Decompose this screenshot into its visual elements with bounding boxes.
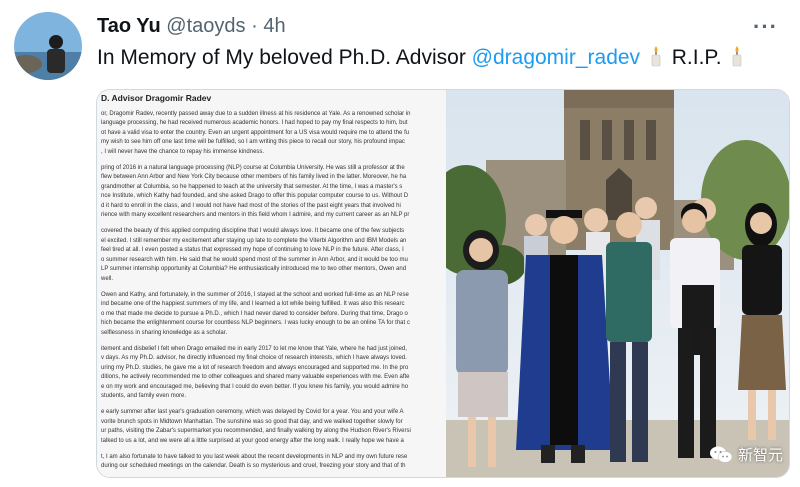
- document-line: hich became the enlightenment course for…: [101, 320, 410, 327]
- document-line: covered the beauty of this applied compu…: [101, 228, 405, 235]
- candle-icon: [651, 46, 661, 67]
- more-options-button[interactable]: ···: [753, 14, 778, 40]
- document-paragraph: itement and disbelief I felt when Drago …: [101, 345, 442, 401]
- document-line: o me that made me decide to pursue a Ph.…: [101, 310, 408, 317]
- mention-link[interactable]: @dragomir_radev: [472, 46, 640, 69]
- tweet-text: In Memory of My beloved Ph.D. Advisor @d…: [97, 45, 747, 70]
- document-paragraph: Owen and Kathy, and fortunately, in the …: [101, 291, 442, 338]
- document-line: selflessness in sharing knowledge as a s…: [101, 329, 228, 336]
- document-line: Owen and Kathy, and fortunately, in the …: [101, 291, 409, 298]
- document-line: grandmother at Columbia, so he happened …: [101, 183, 403, 190]
- document-image[interactable]: D. Advisor Dragomir Radev or, Dragomir R…: [97, 90, 446, 477]
- document-paragraph: t, I am also fortunate to have talked to…: [101, 453, 442, 472]
- document-line: ditions, he actively recommended me to o…: [101, 374, 410, 381]
- author-handle[interactable]: @taoyds: [166, 15, 245, 37]
- document-line: , I will never have the chance to repay …: [101, 148, 265, 155]
- document-paragraph: or, Dragomir Radev, recently passed away…: [101, 110, 442, 157]
- document-line: t, I am also fortunate to have talked to…: [101, 454, 408, 460]
- document-paragraph: e early summer after last year's graduat…: [101, 408, 442, 446]
- document-line: o summer research with him. He said that…: [101, 256, 408, 263]
- document-line: ind became one of the happiest summers o…: [101, 301, 405, 308]
- group-photo[interactable]: 新智元: [446, 90, 789, 477]
- document-line: during our scheduled meetings on the cal…: [101, 463, 406, 470]
- watermark-text: 新智元: [737, 447, 783, 464]
- document-line: uring my Ph.D. studies, he gave me a lot…: [101, 364, 409, 371]
- document-line: language processing, he had received num…: [101, 120, 408, 127]
- document-paragraph: pring of 2016 in a natural language proc…: [101, 164, 442, 220]
- document-line: ot have a valid visa to enter the countr…: [101, 129, 410, 136]
- document-line: itement and disbelief I felt when Drago …: [101, 345, 407, 352]
- rip-text: R.I.P.: [671, 46, 722, 69]
- document-body: or, Dragomir Radev, recently passed away…: [101, 110, 442, 477]
- document-line: ur paths, visiting the Zabar's supermark…: [101, 428, 411, 435]
- document-line: well.: [101, 275, 114, 282]
- document-line: rience with many excellent researchers a…: [101, 212, 410, 219]
- document-line: d it hard to enroll in the class, and I …: [101, 202, 401, 209]
- document-paragraph: covered the beauty of this applied compu…: [101, 227, 442, 283]
- document-line: e early summer after last year's graduat…: [101, 409, 404, 416]
- document-line: LP summer internship opportunity at Colu…: [101, 266, 407, 273]
- tweet-text-prefix: In Memory of My beloved Ph.D. Advisor: [97, 46, 472, 69]
- author-name[interactable]: Tao Yu: [97, 15, 161, 37]
- document-line: flew between Ann Arbor and New York City…: [101, 174, 407, 181]
- document-line: my wish to see him off one last time wil…: [101, 139, 405, 146]
- document-line: talked to us a lot, and we were all a li…: [101, 437, 404, 444]
- author-line: Tao Yu @taoyds · 4h: [97, 15, 286, 38]
- tweet-media[interactable]: D. Advisor Dragomir Radev or, Dragomir R…: [96, 89, 790, 478]
- document-line: vorite brunch spots in Midtown Manhattan…: [101, 418, 403, 425]
- document-line: pring of 2016 in a natural language proc…: [101, 165, 405, 172]
- watermark: 新智元: [709, 444, 783, 465]
- candle-icon: [733, 46, 742, 67]
- avatar[interactable]: [14, 12, 82, 80]
- document-line: or, Dragomir Radev, recently passed away…: [101, 111, 411, 117]
- document-line: nce Institute, which Kathy had founded, …: [101, 193, 409, 200]
- document-line: e on my work and encouraged me, believin…: [101, 383, 409, 390]
- document-line: students, and family even more.: [101, 392, 187, 399]
- post-timestamp[interactable]: 4h: [263, 15, 285, 37]
- document-line: el excited. I still remember my exciteme…: [101, 237, 407, 244]
- separator-dot: ·: [251, 15, 258, 37]
- document-line: v days. As my Ph.D. advisor, he directly…: [101, 355, 407, 362]
- wechat-icon: [709, 446, 733, 463]
- document-title: D. Advisor Dragomir Radev: [101, 93, 212, 103]
- document-line: feel tired at all. I even posted a statu…: [101, 247, 404, 254]
